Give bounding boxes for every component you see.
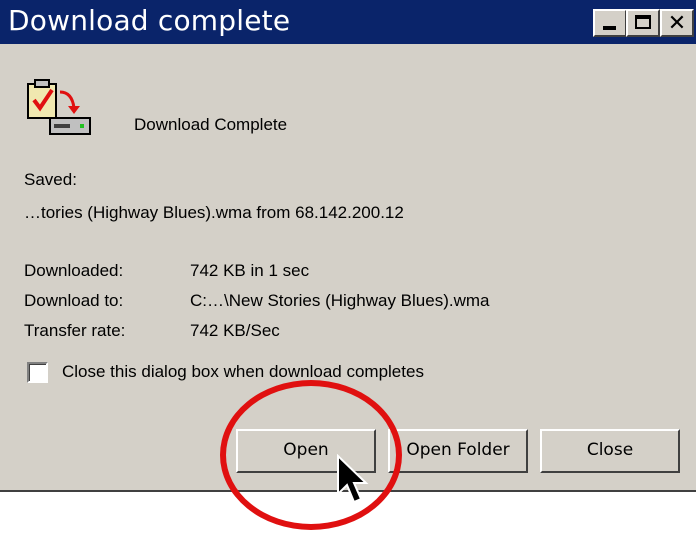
title-bar[interactable]: Download complete ✕ bbox=[0, 0, 696, 44]
download-to-label: Download to: bbox=[24, 291, 124, 310]
open-folder-button[interactable]: Open Folder bbox=[388, 429, 528, 473]
saved-label: Saved: bbox=[24, 170, 77, 189]
open-button[interactable]: Open bbox=[236, 429, 376, 473]
download-complete-icon bbox=[27, 79, 91, 135]
minimize-button[interactable] bbox=[593, 9, 627, 37]
transfer-rate-value: 742 KB/Sec bbox=[190, 321, 280, 340]
downloaded-value: 742 KB in 1 sec bbox=[190, 261, 310, 280]
close-on-complete-label[interactable]: Close this dialog box when download comp… bbox=[62, 362, 424, 382]
close-icon: ✕ bbox=[667, 10, 687, 35]
header-label: Download Complete bbox=[134, 115, 288, 134]
downloaded-label: Downloaded: bbox=[24, 261, 124, 280]
download-dialog: Download complete ✕ Download Complete Sa… bbox=[0, 0, 696, 492]
minimize-icon bbox=[603, 26, 616, 30]
window-title: Download complete bbox=[8, 4, 291, 37]
saved-value: …tories (Highway Blues).wma from 68.142.… bbox=[24, 203, 404, 222]
maximize-button[interactable] bbox=[626, 9, 660, 37]
transfer-rate-label: Transfer rate: bbox=[24, 321, 126, 340]
close-button[interactable]: Close bbox=[540, 429, 680, 473]
maximize-icon bbox=[635, 15, 651, 29]
close-window-button[interactable]: ✕ bbox=[660, 9, 694, 37]
download-to-value: C:…\New Stories (Highway Blues).wma bbox=[190, 291, 490, 310]
close-on-complete-checkbox[interactable] bbox=[27, 362, 48, 383]
